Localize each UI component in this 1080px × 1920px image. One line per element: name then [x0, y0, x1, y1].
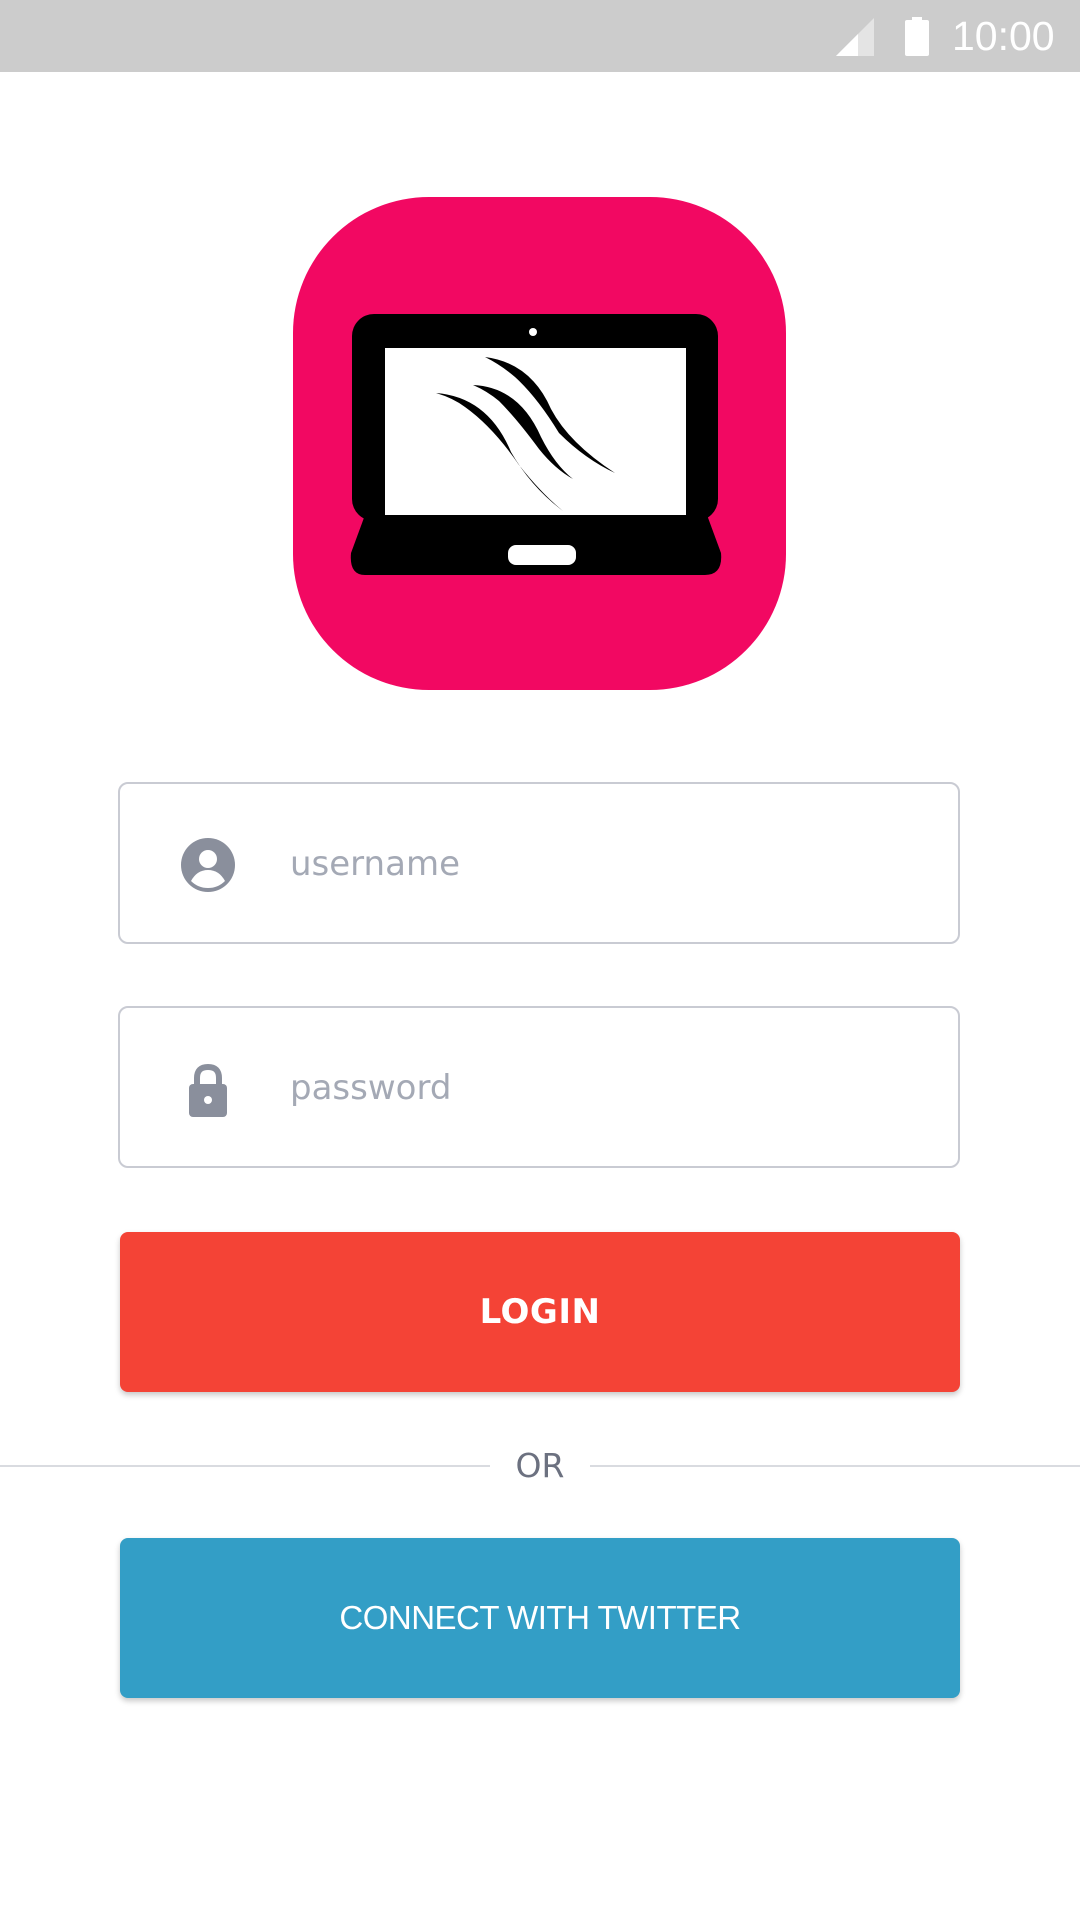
connect-twitter-button[interactable]: CONNECT WITH TWITTER — [120, 1538, 960, 1698]
battery-icon — [905, 17, 929, 56]
laptop-claw-logo — [350, 314, 722, 575]
or-divider: OR — [0, 1444, 1080, 1488]
status-time: 10:00 — [952, 13, 1055, 59]
username-field[interactable] — [118, 782, 960, 944]
login-screen: 10:00 username LOGIN OR CONNECT WITH TWI… — [0, 0, 1080, 1920]
status-bar: 10:00 — [0, 0, 1080, 72]
password-field[interactable] — [118, 1006, 960, 1168]
cellular-signal-icon — [836, 18, 874, 56]
or-label: OR — [515, 1446, 565, 1485]
login-button[interactable]: LOGIN — [120, 1232, 960, 1392]
divider-line-right — [590, 1465, 1080, 1467]
account-circle-icon — [181, 838, 235, 892]
divider-line-left — [0, 1465, 490, 1467]
password-input[interactable] — [290, 1048, 910, 1128]
app-logo — [293, 197, 786, 690]
twitter-button-label: CONNECT WITH TWITTER — [339, 1599, 741, 1636]
lock-icon — [189, 1063, 227, 1117]
username-input[interactable] — [290, 824, 910, 904]
login-button-label: LOGIN — [479, 1292, 601, 1332]
